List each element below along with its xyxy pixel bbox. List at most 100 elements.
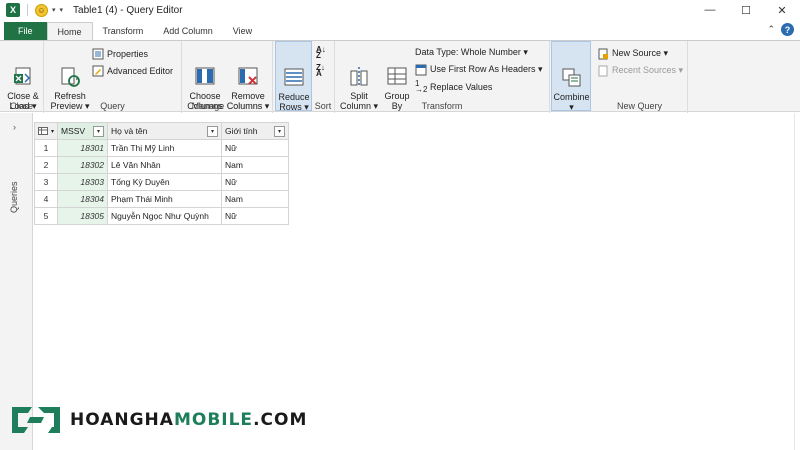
properties-icon — [92, 48, 104, 60]
cell-mssv[interactable]: 18301 — [57, 139, 108, 157]
cell-gender[interactable]: Nữ — [221, 173, 289, 191]
table-select-all[interactable]: ▾ — [34, 122, 58, 140]
cell-mssv[interactable]: 18305 — [57, 207, 108, 225]
properties-button[interactable]: Properties — [92, 46, 148, 61]
split-column-icon — [347, 55, 371, 87]
column-header-gioi-tinh[interactable]: Giới tính ▾ — [221, 122, 289, 140]
table-row[interactable]: 4 18304 Phạm Thái Minh Nam — [34, 190, 289, 208]
tab-transform[interactable]: Transform — [93, 22, 154, 40]
table-row[interactable]: 2 18302 Lê Văn Nhân Nam — [34, 156, 289, 174]
cell-mssv[interactable]: 18302 — [57, 156, 108, 174]
cell-gender[interactable]: Nam — [221, 156, 289, 174]
excel-icon[interactable]: X — [6, 3, 20, 17]
cell-mssv[interactable]: 18303 — [57, 173, 108, 191]
group-combine: Combine ▾ — [551, 41, 591, 112]
row-number: 5 — [34, 207, 58, 225]
cell-name[interactable]: Trần Thị Mỹ Linh — [107, 139, 222, 157]
title-bar: X ☺ ▾ ▾ Table1 (4) - Query Editor — ☐ ✕ — [0, 0, 800, 20]
data-preview-area: ▾ MSSV ▾ Họ và tên ▾ Giới tính ▾ 1 18301 Tr… — [34, 113, 794, 450]
row-number: 2 — [34, 156, 58, 174]
tab-add-column[interactable]: Add Column — [153, 22, 223, 40]
row-number: 3 — [34, 173, 58, 191]
replace-values-button[interactable]: 1 →2 Replace Values — [415, 79, 492, 94]
column-header-ho-va-ten[interactable]: Họ và tên ▾ — [107, 122, 222, 140]
group-label-sort: Sort — [314, 101, 332, 111]
sort-ascending-button[interactable]: A↓ Z — [316, 45, 328, 60]
queries-pane-label: Queries — [9, 181, 19, 213]
close-window-button[interactable]: ✕ — [764, 0, 800, 20]
reduce-rows-button[interactable]: Reduce Rows ▾ — [277, 46, 311, 112]
qat-separator — [27, 4, 28, 16]
sort-descending-icon: Z↓ A — [316, 62, 325, 78]
advanced-editor-button[interactable]: Advanced Editor — [92, 63, 173, 78]
group-new-query: New Source ▾ Recent Sources ▾ New Query — [592, 41, 688, 113]
close-load-icon — [11, 55, 35, 85]
minimize-button[interactable]: — — [692, 0, 728, 20]
use-first-row-headers-button[interactable]: Use First Row As Headers ▾ — [415, 62, 543, 77]
replace-values-icon: 1 →2 — [415, 78, 428, 94]
row-number: 4 — [34, 190, 58, 208]
table-row[interactable]: 3 18303 Tống Kỳ Duyên Nữ — [34, 173, 289, 191]
window-title: Table1 (4) - Query Editor — [73, 4, 183, 16]
row-number: 1 — [34, 139, 58, 157]
advanced-editor-icon — [92, 65, 104, 77]
group-transform: Split Column ▾ Group By Data Type: Whole… — [335, 41, 550, 113]
group-label-transform: Transform — [421, 101, 463, 111]
group-query: Refresh Preview ▾ Properties Advanced Ed… — [44, 41, 182, 113]
combine-icon — [560, 56, 584, 87]
filter-dropdown-icon[interactable]: ▾ — [274, 125, 285, 137]
refresh-icon — [58, 55, 82, 87]
group-by-icon — [385, 55, 409, 85]
column-header-mssv[interactable]: MSSV ▾ — [57, 122, 108, 140]
sort-ascending-icon: A↓ Z — [316, 44, 326, 60]
cell-gender[interactable]: Nữ — [221, 207, 289, 225]
right-edge-scroll[interactable] — [794, 113, 800, 450]
qat-more-icon[interactable]: ▾ — [60, 6, 64, 14]
combine-button[interactable]: Combine ▾ — [553, 46, 590, 112]
tab-file[interactable]: File — [4, 22, 47, 40]
tab-view[interactable]: View — [223, 22, 262, 40]
cell-name[interactable]: Nguyễn Ngọc Như Quỳnh — [107, 207, 222, 225]
qat-dropdown-icon[interactable]: ▾ — [52, 6, 56, 14]
reduce-rows-icon — [282, 56, 306, 86]
data-grid: ▾ MSSV ▾ Họ và tên ▾ Giới tính ▾ 1 18301 Tr… — [34, 122, 289, 225]
filter-dropdown-icon[interactable]: ▾ — [207, 125, 218, 137]
table-row[interactable]: 5 18305 Nguyễn Ngọc Như Quỳnh Nữ — [34, 207, 289, 225]
cell-gender[interactable]: Nữ — [221, 139, 289, 157]
watermark-text: HOANGHAMOBILE.COM — [70, 410, 308, 430]
cell-name[interactable]: Tống Kỳ Duyên — [107, 173, 222, 191]
group-close: Close & Load ▾ Close — [0, 41, 44, 113]
group-label-query: Query — [100, 101, 125, 111]
table-corner-icon: ▾ — [38, 127, 54, 135]
ribbon: Close & Load ▾ Close Refresh Preview ▾ P… — [0, 40, 800, 113]
group-label-manage-columns: Manage Columns — [191, 101, 263, 111]
recent-sources-button[interactable]: Recent Sources ▾ — [597, 63, 683, 78]
new-source-button[interactable]: New Source ▾ — [597, 46, 668, 61]
group-label-close: Close — [9, 101, 33, 111]
group-reduce-rows: Reduce Rows ▾ — [275, 41, 312, 112]
choose-columns-icon — [193, 55, 217, 85]
watermark: HOANGHAMOBILE.COM — [8, 401, 307, 439]
cell-gender[interactable]: Nam — [221, 190, 289, 208]
cell-name[interactable]: Phạm Thái Minh — [107, 190, 222, 208]
table-row[interactable]: 1 18301 Trần Thị Mỹ Linh Nữ — [34, 139, 289, 157]
maximize-button[interactable]: ☐ — [728, 0, 764, 20]
group-manage-columns: Choose Columns Remove Columns ▾ Manage C… — [182, 41, 273, 113]
queries-pane[interactable]: › Queries — [0, 113, 33, 450]
expand-queries-icon[interactable]: › — [13, 122, 16, 132]
new-source-icon — [597, 48, 609, 60]
tab-home[interactable]: Home — [46, 22, 93, 40]
cell-name[interactable]: Lê Văn Nhân — [107, 156, 222, 174]
help-icon[interactable]: ? — [781, 23, 794, 36]
collapse-ribbon-icon[interactable]: ⌃ — [767, 24, 775, 35]
ribbon-tabs: File Home Transform Add Column View — [0, 22, 800, 40]
group-sort: A↓ Z Z↓ A Sort — [312, 41, 335, 113]
cell-mssv[interactable]: 18304 — [57, 190, 108, 208]
remove-columns-icon — [236, 55, 260, 85]
hoangha-logo-icon — [8, 401, 64, 439]
smiley-feedback-icon[interactable]: ☺ — [35, 3, 48, 17]
sort-descending-button[interactable]: Z↓ A — [316, 63, 328, 78]
first-row-headers-icon — [415, 64, 427, 76]
filter-dropdown-icon[interactable]: ▾ — [93, 125, 104, 137]
data-type-dropdown[interactable]: Data Type: Whole Number ▾ — [415, 45, 528, 60]
